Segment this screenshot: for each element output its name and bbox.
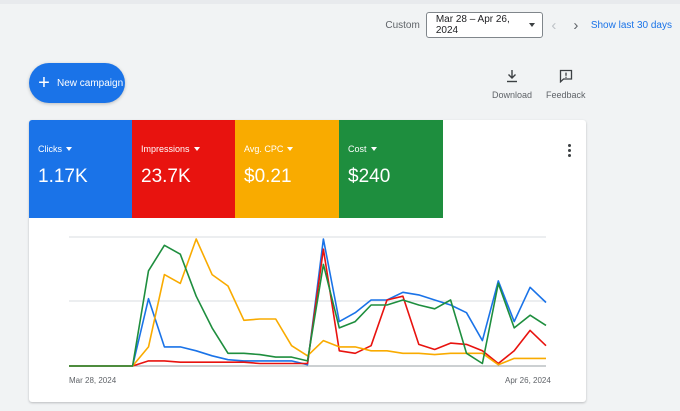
feedback-button[interactable]: Feedback bbox=[546, 66, 586, 100]
new-campaign-button[interactable]: + New campaign bbox=[29, 63, 125, 103]
download-button[interactable]: Download bbox=[492, 66, 532, 100]
feedback-icon bbox=[556, 66, 576, 86]
chevron-left-icon[interactable]: ‹ bbox=[543, 12, 565, 38]
date-range-value: Mar 28 – Apr 26, 2024 bbox=[435, 14, 510, 36]
new-campaign-label: New campaign bbox=[57, 77, 124, 89]
performance-card: Clicks 1.17K Impressions 23.7K Avg. CPC … bbox=[29, 120, 586, 402]
chevron-right-icon[interactable]: › bbox=[565, 12, 587, 38]
download-label: Download bbox=[492, 90, 533, 100]
show-last-30-days-link[interactable]: Show last 30 days bbox=[591, 20, 672, 31]
performance-line-chart bbox=[69, 236, 547, 367]
plus-icon: + bbox=[38, 72, 50, 94]
download-icon bbox=[502, 66, 522, 86]
caret-down-icon bbox=[528, 23, 535, 27]
series-line-impressions bbox=[69, 248, 547, 367]
date-range-select[interactable]: Mar 28 – Apr 26, 2024 bbox=[425, 12, 543, 38]
top-divider bbox=[0, 0, 680, 4]
x-axis-end-label: Apr 26, 2024 bbox=[505, 376, 551, 385]
x-axis-start-label: Mar 28, 2024 bbox=[69, 376, 117, 385]
custom-label: Custom bbox=[385, 19, 420, 31]
date-range-bar: Custom Mar 28 – Apr 26, 2024 ‹ › Show la… bbox=[385, 12, 672, 38]
feedback-label: Feedback bbox=[546, 90, 586, 100]
